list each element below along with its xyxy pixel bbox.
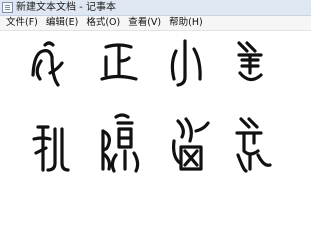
text-editor-area[interactable] <box>0 31 311 210</box>
seal-char-1 <box>31 41 64 87</box>
seal-char-4 <box>237 41 263 82</box>
seal-char-3 <box>170 39 202 87</box>
notepad-window: 新建文本文档 - 记事本 文件(F) 编辑(E) 格式(O) 查看(V) 帮助(… <box>0 0 311 210</box>
title-bar[interactable]: 新建文本文档 - 记事本 <box>0 0 311 16</box>
seal-char-2 <box>100 43 138 81</box>
notepad-icon <box>2 2 13 13</box>
menu-bar: 文件(F) 编辑(E) 格式(O) 查看(V) 帮助(H) <box>0 16 311 31</box>
menu-help[interactable]: 帮助(H) <box>165 16 207 30</box>
seal-script-text <box>31 39 272 173</box>
seal-char-5 <box>32 125 70 172</box>
seal-char-6 <box>101 113 140 173</box>
menu-view[interactable]: 查看(V) <box>124 16 165 30</box>
seal-char-7 <box>172 117 210 171</box>
menu-format[interactable]: 格式(O) <box>82 16 124 30</box>
seal-char-8 <box>235 117 272 173</box>
menu-edit[interactable]: 编辑(E) <box>42 16 82 30</box>
menu-file[interactable]: 文件(F) <box>2 16 42 30</box>
window-title: 新建文本文档 - 记事本 <box>16 2 116 13</box>
